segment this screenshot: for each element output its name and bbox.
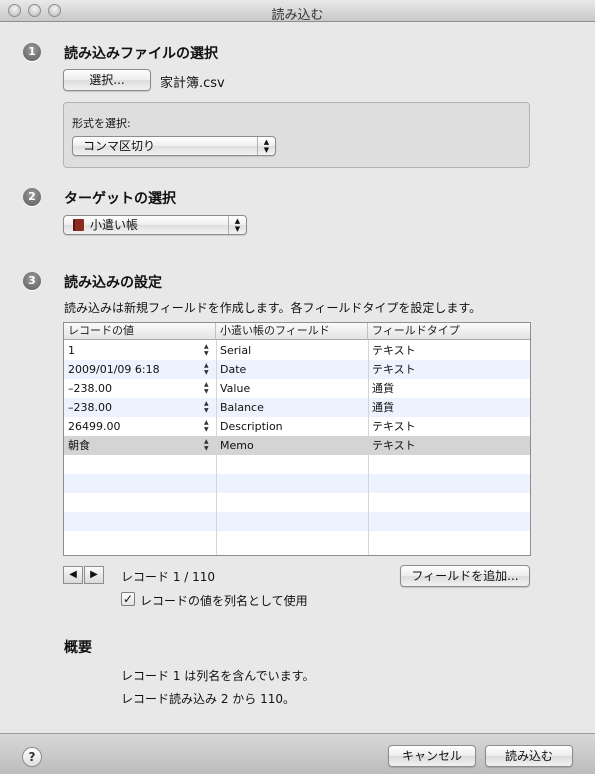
target-popup[interactable]: 小遣い帳 ▲ ▼ [63, 215, 247, 235]
add-field-button[interactable]: フィールドを追加... [400, 565, 530, 587]
row-stepper-icon[interactable]: ▲ ▼ [204, 381, 212, 395]
table-row[interactable] [64, 531, 530, 550]
record-value-cell: 1 [68, 344, 75, 357]
section1-heading: 読み込みファイルの選択 [64, 46, 218, 62]
table-row[interactable]: –238.00 ▲ ▼ Balance 通貨 [64, 398, 530, 417]
popup-arrows-icon: ▲ ▼ [228, 216, 246, 234]
step-2-badge: 2 [23, 188, 41, 206]
row-stepper-icon[interactable]: ▲ ▼ [204, 419, 212, 433]
column-divider [216, 340, 217, 555]
table-row[interactable]: 2009/01/09 6:18 ▲ ▼ Date テキスト [64, 360, 530, 379]
target-field-cell[interactable]: Description [216, 417, 366, 436]
table-row[interactable] [64, 493, 530, 512]
help-button[interactable]: ? [22, 747, 42, 767]
target-popup-value: 小遣い帳 [90, 218, 139, 232]
target-field-cell[interactable]: Balance [216, 398, 366, 417]
popup-arrows-icon: ▲ ▼ [257, 137, 275, 155]
selected-filename: 家計簿.csv [160, 76, 225, 91]
record-value-cell: 2009/01/09 6:18 [68, 363, 160, 376]
field-type-cell[interactable]: テキスト [368, 360, 528, 379]
target-field-cell[interactable]: Memo [216, 436, 366, 455]
row-stepper-icon[interactable]: ▲ ▼ [204, 343, 212, 357]
record-value-cell: 26499.00 [68, 420, 121, 433]
field-mapping-table: レコードの値 小遣い帳のフィールド フィールドタイプ 1 ▲ ▼ Serial テキスト… [63, 322, 531, 556]
target-field-cell[interactable]: Value [216, 379, 366, 398]
step-1-badge: 1 [23, 43, 41, 61]
row-stepper-icon[interactable]: ▲ ▼ [204, 400, 212, 414]
column-divider [368, 340, 369, 555]
title-bar: 読み込む [0, 0, 595, 23]
cancel-button[interactable]: キャンセル [388, 745, 476, 767]
field-type-cell[interactable]: 通貨 [368, 398, 528, 417]
table-row[interactable]: 26499.00 ▲ ▼ Description テキスト [64, 417, 530, 436]
row-stepper-icon[interactable]: ▲ ▼ [204, 362, 212, 376]
format-label: 形式を選択: [72, 117, 131, 130]
format-group [63, 102, 530, 168]
summary-line-2: レコード読み込み 2 から 110。 [121, 692, 295, 706]
table-row[interactable]: 朝食 ▲ ▼ Memo テキスト [64, 436, 530, 455]
table-row[interactable] [64, 512, 530, 531]
summary-line-1: レコード 1 は列名を含んでいます。 [121, 669, 315, 683]
book-icon [73, 219, 84, 231]
field-type-cell[interactable]: テキスト [368, 417, 528, 436]
record-counter: レコード 1 / 110 [121, 570, 216, 584]
column-header-target-field[interactable]: 小遣い帳のフィールド [216, 323, 368, 340]
format-popup-value: コンマ区切り [83, 139, 156, 153]
target-field-cell[interactable]: Serial [216, 341, 366, 360]
use-as-names-checkbox[interactable]: ✓ [121, 592, 135, 606]
table-row[interactable] [64, 455, 530, 474]
record-value-cell: –238.00 [68, 401, 112, 414]
summary-heading: 概要 [64, 640, 92, 656]
section3-heading: 読み込みの設定 [64, 275, 162, 291]
format-popup[interactable]: コンマ区切り ▲ ▼ [72, 136, 276, 156]
field-type-cell[interactable]: テキスト [368, 341, 528, 360]
column-header-field-type[interactable]: フィールドタイプ [368, 323, 530, 340]
next-record-button[interactable]: ▶ [84, 566, 104, 584]
table-row[interactable]: –238.00 ▲ ▼ Value 通貨 [64, 379, 530, 398]
section2-heading: ターゲットの選択 [64, 191, 176, 207]
use-as-names-label[interactable]: レコードの値を列名として使用 [140, 592, 308, 609]
field-type-cell[interactable]: テキスト [368, 436, 528, 455]
table-row[interactable]: 1 ▲ ▼ Serial テキスト [64, 341, 530, 360]
record-value-cell: –238.00 [68, 382, 112, 395]
choose-file-button[interactable]: 選択... [63, 69, 151, 91]
table-row[interactable] [64, 474, 530, 493]
column-header-record-value[interactable]: レコードの値 [64, 323, 216, 340]
row-stepper-icon[interactable]: ▲ ▼ [204, 438, 212, 452]
checkmark-icon: ✓ [122, 592, 134, 606]
previous-record-button[interactable]: ◀ [63, 566, 83, 584]
target-field-cell[interactable]: Date [216, 360, 366, 379]
step-3-badge: 3 [23, 272, 41, 290]
section3-description: 読み込みは新規フィールドを作成します。各フィールドタイプを設定します。 [64, 301, 482, 315]
import-dialog: 読み込む 1 読み込みファイルの選択 選択... 家計簿.csv 形式を選択: … [0, 0, 595, 774]
window-title: 読み込む [271, 8, 324, 23]
record-value-cell: 朝食 [68, 439, 90, 452]
table-header: レコードの値 小遣い帳のフィールド フィールドタイプ [64, 323, 530, 340]
field-type-cell[interactable]: 通貨 [368, 379, 528, 398]
import-button[interactable]: 読み込む [485, 745, 573, 767]
